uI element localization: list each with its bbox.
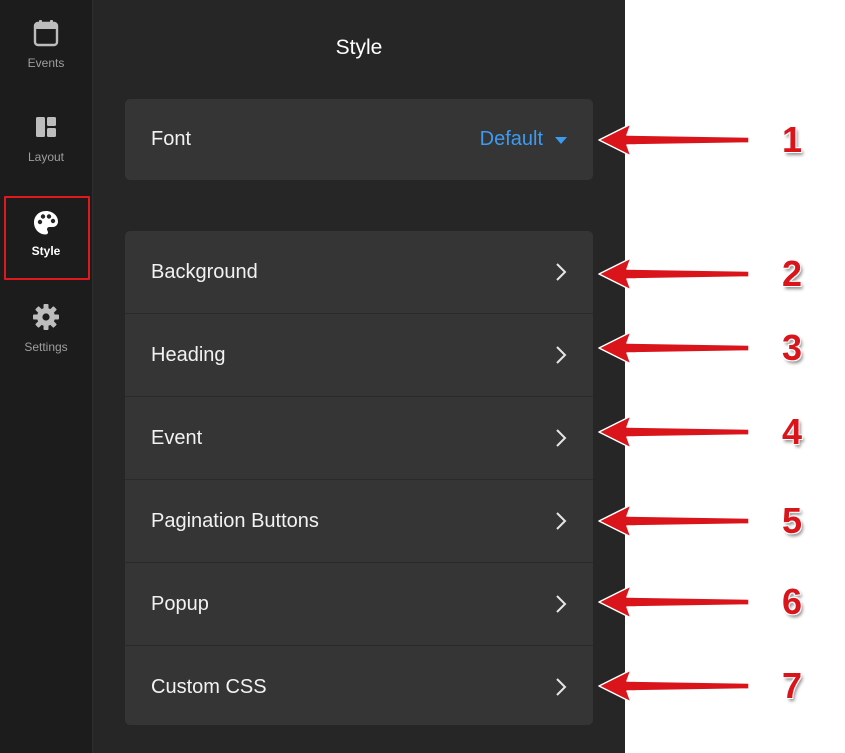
font-value: Default — [479, 128, 543, 150]
layout-icon — [32, 112, 60, 142]
annotation-arrow-3: 3 — [597, 328, 845, 368]
arrow-left-icon — [598, 669, 750, 703]
style-panel: Style Font Default Background Heading Ev… — [93, 0, 625, 753]
palette-icon — [32, 208, 60, 238]
sidebar-item-label: Settings — [24, 340, 68, 354]
annotation-number: 4 — [781, 411, 803, 452]
style-option-pagination-buttons[interactable]: Pagination Buttons — [125, 479, 593, 562]
annotation-number: 7 — [781, 665, 803, 706]
annotation-arrow-1: 1 — [597, 120, 845, 160]
style-option-label: Background — [151, 260, 258, 283]
style-option-label: Pagination Buttons — [151, 509, 319, 532]
gear-icon — [32, 302, 60, 332]
caret-down-icon — [555, 137, 567, 144]
chevron-right-icon — [555, 677, 567, 697]
sidebar-item-layout[interactable]: Layout — [0, 94, 92, 180]
font-row[interactable]: Font Default — [125, 99, 593, 180]
style-option-label: Heading — [151, 343, 226, 366]
style-option-background[interactable]: Background — [125, 231, 593, 313]
annotation-number: 1 — [781, 119, 803, 160]
chevron-right-icon — [555, 511, 567, 531]
font-label: Font — [151, 128, 192, 150]
annotation-arrow-4: 4 — [597, 412, 845, 452]
sidebar-item-label: Style — [31, 244, 61, 258]
calendar-icon — [32, 18, 60, 48]
arrow-left-icon — [598, 415, 750, 449]
annotation-number: 3 — [781, 327, 803, 368]
style-option-label: Custom CSS — [151, 675, 267, 698]
arrow-left-icon — [598, 257, 750, 291]
style-option-heading[interactable]: Heading — [125, 313, 593, 396]
annotation-number: 2 — [781, 253, 803, 294]
annotation-number: 5 — [781, 500, 803, 541]
style-option-custom-css[interactable]: Custom CSS — [125, 645, 593, 728]
annotation-arrow-7: 7 — [597, 666, 845, 706]
chevron-right-icon — [555, 428, 567, 448]
arrow-left-icon — [598, 504, 750, 538]
style-option-popup[interactable]: Popup — [125, 562, 593, 645]
chevron-right-icon — [555, 345, 567, 365]
sidebar-item-settings[interactable]: Settings — [0, 284, 92, 370]
style-option-label: Event — [151, 426, 203, 449]
style-option-label: Popup — [151, 592, 209, 615]
chevron-right-icon — [555, 594, 567, 614]
sidebar-item-style[interactable]: Style — [0, 196, 92, 282]
font-dropdown[interactable]: Default — [480, 128, 567, 151]
panel-title: Style — [335, 36, 383, 59]
style-options-list: Background Heading Event Pagination Butt… — [125, 231, 593, 725]
style-option-event[interactable]: Event — [125, 396, 593, 479]
arrow-left-icon — [598, 331, 750, 365]
font-card: Font Default — [125, 99, 593, 180]
sidebar-item-label: Events — [27, 56, 65, 70]
arrow-left-icon — [598, 585, 750, 619]
annotation-number: 6 — [781, 581, 803, 622]
chevron-right-icon — [555, 262, 567, 282]
annotation-arrow-5: 5 — [597, 501, 845, 541]
annotation-arrow-2: 2 — [597, 254, 845, 294]
arrow-left-icon — [598, 123, 750, 157]
sidebar-rail: Events Layout Style Settings — [0, 0, 93, 753]
annotation-arrow-6: 6 — [597, 582, 845, 622]
sidebar-item-label: Layout — [27, 150, 65, 164]
sidebar-item-events[interactable]: Events — [0, 0, 92, 86]
